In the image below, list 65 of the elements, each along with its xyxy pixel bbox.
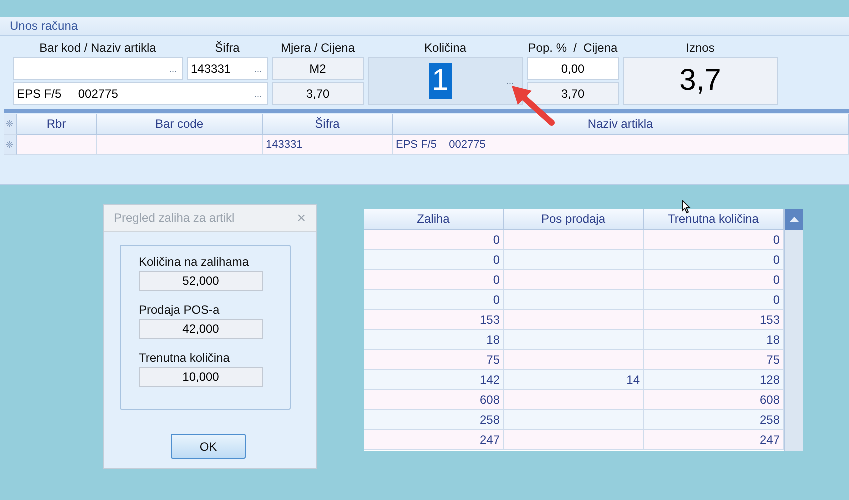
table-cell: 0 bbox=[644, 270, 784, 290]
column-header[interactable]: Rbr bbox=[17, 114, 97, 135]
unit-value: M2 bbox=[272, 57, 364, 80]
readonly-field: 10,000 bbox=[139, 367, 263, 387]
price-value: 3,70 bbox=[272, 82, 364, 105]
panel-title: Unos računa bbox=[0, 17, 849, 36]
table-cell: 0 bbox=[364, 290, 504, 310]
table-cell: 75 bbox=[364, 350, 504, 370]
table-cell: 0 bbox=[364, 270, 504, 290]
barcode-field[interactable]: ... bbox=[13, 57, 183, 80]
column-header[interactable]: Naziv artikla bbox=[393, 114, 849, 135]
field-label: Količina bbox=[423, 41, 468, 55]
dialog-title: Pregled zaliha za artikl bbox=[114, 211, 235, 225]
column-header[interactable]: Bar code bbox=[97, 114, 263, 135]
table-cell: EPS F/5 002775 bbox=[393, 135, 849, 155]
cursor-icon bbox=[682, 200, 692, 214]
table-cell: 0 bbox=[644, 230, 784, 250]
table-cell: 0 bbox=[644, 290, 784, 310]
table-cell: 128 bbox=[644, 370, 784, 390]
table-cell: 608 bbox=[644, 390, 784, 410]
table-cell: 143331 bbox=[263, 135, 393, 155]
table-cell: 0 bbox=[364, 250, 504, 270]
ok-button[interactable]: OK bbox=[171, 434, 246, 459]
table-cell: 75 bbox=[644, 350, 784, 370]
table-cell: 0 bbox=[364, 230, 504, 250]
table-cell: 14 bbox=[504, 370, 644, 390]
table-cell: 258 bbox=[644, 410, 784, 430]
column-header[interactable]: Trenutna količina bbox=[644, 209, 784, 230]
table-cell: 142 bbox=[364, 370, 504, 390]
row-marker: ❊ bbox=[4, 114, 17, 135]
quantity-field[interactable]: 1 ... bbox=[368, 57, 523, 105]
row-marker: ❊ bbox=[4, 135, 17, 155]
field-label: Mjera / Cijena bbox=[280, 41, 356, 55]
table-cell: 258 bbox=[364, 410, 504, 430]
article-name-field[interactable]: EPS F/5 002775 ... bbox=[13, 82, 268, 105]
browse-button[interactable]: ... bbox=[254, 64, 262, 74]
field-label: Bar kod / Naziv artikla bbox=[38, 41, 158, 55]
scrollbar[interactable] bbox=[784, 209, 803, 451]
field-label: Pop. % / Cijena bbox=[527, 41, 619, 55]
readonly-field: 42,000 bbox=[139, 319, 263, 339]
browse-button[interactable]: ... bbox=[169, 64, 177, 74]
table-cell: 18 bbox=[364, 330, 504, 350]
table-cell: 608 bbox=[364, 390, 504, 410]
column-header[interactable]: Zaliha bbox=[364, 209, 504, 230]
scroll-up-icon[interactable] bbox=[790, 217, 798, 222]
amount-value: 3,7 bbox=[623, 57, 778, 105]
net-price-value: 3,70 bbox=[527, 82, 619, 105]
field-label: Količina na zalihama bbox=[139, 255, 250, 271]
readonly-field: 52,000 bbox=[139, 271, 263, 291]
field-label: Šifra bbox=[214, 41, 241, 55]
field-label: Prodaja POS-a bbox=[139, 303, 221, 319]
browse-button[interactable]: ... bbox=[254, 88, 262, 98]
field-label: Trenutna količina bbox=[139, 351, 231, 367]
table-cell: 153 bbox=[364, 310, 504, 330]
table-cell: 247 bbox=[364, 430, 504, 450]
code-field[interactable]: 143331 ... bbox=[187, 57, 268, 80]
table-cell: 247 bbox=[644, 430, 784, 450]
discount-field[interactable]: 0,00 bbox=[527, 57, 619, 80]
table-cell: 153 bbox=[644, 310, 784, 330]
field-label: Iznos bbox=[685, 41, 716, 55]
column-header[interactable]: Pos prodaja bbox=[504, 209, 644, 230]
table-cell: 18 bbox=[644, 330, 784, 350]
table-cell: 0 bbox=[644, 250, 784, 270]
column-header[interactable]: Šifra bbox=[263, 114, 393, 135]
quantity-value: 1 bbox=[429, 63, 452, 99]
